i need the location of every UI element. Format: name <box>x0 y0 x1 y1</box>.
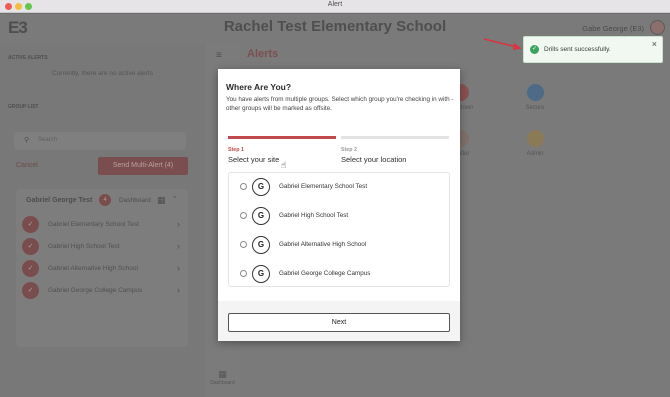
check-icon: ✓ <box>22 260 39 277</box>
where-are-you-modal: Where Are You? You have alerts from mult… <box>218 69 460 341</box>
toast-message: Drills sent successfully. <box>544 46 611 53</box>
site-option[interactable]: G Gabriel George College Campus <box>229 264 451 284</box>
annotation-arrow-icon <box>483 38 522 50</box>
dashboard-label: Dashboard <box>210 380 235 386</box>
check-icon: ✓ <box>22 238 39 255</box>
modal-title: Where Are You? <box>226 82 292 92</box>
avatar[interactable] <box>650 20 665 35</box>
success-toast: ✓ Drills sent successfully. × <box>523 36 663 63</box>
group-list-heading: GROUP LIST <box>8 104 39 110</box>
school-name: Rachel Test Elementary School <box>223 18 447 35</box>
search-placeholder: Search <box>38 137 58 143</box>
group-count-badge: 4 <box>99 194 111 206</box>
admin-action[interactable]: Admin <box>515 130 555 157</box>
secure-icon <box>526 84 544 101</box>
group-dashboard-link[interactable]: Dashboard <box>119 197 151 204</box>
site-name: Gabriel Elementary School Test <box>279 183 368 190</box>
site-radio[interactable] <box>240 212 247 219</box>
active-alerts-heading: ACTIVE ALERTS <box>8 55 48 61</box>
step-1-label[interactable]: Select your site <box>228 155 279 164</box>
group-item[interactable]: ✓ Gabriel George College Campus › <box>22 282 182 299</box>
chevron-right-icon: › <box>177 285 180 295</box>
group-item[interactable]: ✓ Gabriel High School Test › <box>22 238 182 255</box>
group-item-label: Gabriel High School Test <box>48 243 120 250</box>
group-item-label: Gabriel Alternative High School <box>48 265 138 272</box>
user-name[interactable]: Gabe George (E3) <box>582 24 644 33</box>
send-multi-alert-button[interactable]: Send Multi-Alert (4) <box>98 157 188 175</box>
site-option[interactable]: G Gabriel High School Test <box>229 206 451 226</box>
group-name: Gabriel George Test <box>26 197 93 204</box>
menu-icon[interactable]: ≡ <box>216 50 222 61</box>
site-name: Gabriel Alternative High School <box>279 241 367 248</box>
chevron-right-icon: › <box>177 263 180 273</box>
group-item-label: Gabriel George College Campus <box>48 287 143 294</box>
group-item[interactable]: ✓ Gabriel Elementary School Test › <box>22 216 182 233</box>
site-badge: G <box>252 207 270 225</box>
site-option[interactable]: G Gabriel Alternative High School <box>229 235 451 255</box>
group-search-input[interactable]: ⚲ Search <box>14 132 186 150</box>
site-badge: G <box>252 178 270 196</box>
admin-icon <box>526 130 544 147</box>
cancel-link[interactable]: Cancel <box>16 162 38 169</box>
alerts-title: Alerts <box>247 48 279 60</box>
site-list: G Gabriel Elementary School Test G Gabri… <box>228 172 450 287</box>
check-icon: ✓ <box>22 282 39 299</box>
step-1-number: Step 1 <box>228 147 244 153</box>
window-title: Alert <box>327 1 343 8</box>
group-item[interactable]: ✓ Gabriel Alternative High School › <box>22 260 182 277</box>
chevron-right-icon: › <box>177 241 180 251</box>
modal-description: You have alerts from multiple groups. Se… <box>226 96 454 112</box>
secure-label: Secure <box>525 105 545 111</box>
step-1-progress <box>228 136 336 139</box>
site-name: Gabriel High School Test <box>279 212 349 219</box>
step-2-label[interactable]: Select your location <box>341 155 406 164</box>
step-2-number: Step 2 <box>341 147 357 153</box>
pointer-cursor-icon: ☝ <box>281 160 287 170</box>
site-badge: G <box>252 236 270 254</box>
check-circle-icon: ✓ <box>530 45 539 54</box>
secure-action[interactable]: Secure <box>515 84 555 111</box>
admin-label: Admin <box>526 151 544 157</box>
grid-icon: ▦ <box>218 369 227 379</box>
no-alerts-text: Currently, there are no active alerts <box>51 70 154 77</box>
chevron-up-icon[interactable]: ⌃ <box>172 195 178 203</box>
chevron-right-icon: › <box>177 219 180 229</box>
sidebar: ACTIVE ALERTS Currently, there are no ac… <box>0 44 205 397</box>
site-radio[interactable] <box>240 183 247 190</box>
next-button[interactable]: Next <box>228 313 450 332</box>
check-icon: ✓ <box>22 216 39 233</box>
window-titlebar: Alert <box>0 0 670 13</box>
grid-icon[interactable]: ▦ <box>157 195 166 206</box>
site-name: Gabriel George College Campus <box>279 270 371 277</box>
site-radio[interactable] <box>240 241 247 248</box>
step-2-progress <box>341 136 449 139</box>
group-item-label: Gabriel Elementary School Test <box>48 221 139 228</box>
close-icon[interactable]: × <box>652 39 657 49</box>
site-option[interactable]: G Gabriel Elementary School Test <box>229 177 451 197</box>
dashboard-nav[interactable]: ▦ Dashboard <box>205 369 240 386</box>
search-icon: ⚲ <box>24 137 30 144</box>
site-radio[interactable] <box>240 270 247 277</box>
group-card: Gabriel George Test 4 Dashboard ▦ ⌃ ✓ Ga… <box>16 189 188 347</box>
site-badge: G <box>252 265 270 283</box>
